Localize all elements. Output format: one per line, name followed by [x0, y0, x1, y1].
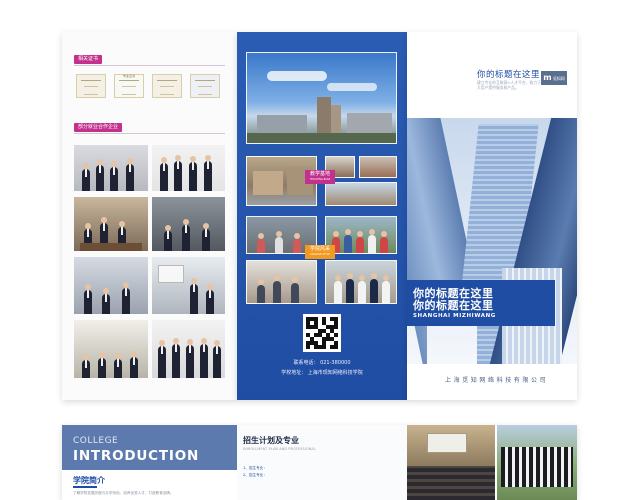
introduction-label: INTRODUCTION — [73, 448, 200, 464]
bottom-brochure: COLLEGE INTRODUCTION 学院简介 了解学院发展历程与办学特色，… — [62, 425, 577, 500]
students-group-photo — [325, 216, 397, 254]
graduation-photos — [407, 425, 577, 500]
lecture-hall-photo — [407, 425, 495, 500]
students-cheer-photo — [325, 260, 397, 304]
certificates-tag: 相关证书 — [74, 55, 103, 64]
teaching-base-badge: 教学基地 TEACHING BASE — [305, 170, 335, 184]
right-panel: 你的标题在这里 建立专业的互联网+人才平台，致力于广大用户提供服务和产品。 m … — [407, 32, 577, 400]
certificate-image — [152, 74, 182, 98]
business-team-photo — [152, 320, 225, 378]
campus-photo — [325, 182, 397, 206]
enrollment-list: 1、招生专业： 2、招生专业： — [243, 465, 403, 479]
section-title: 学院简介 — [73, 476, 105, 485]
college-label: COLLEGE — [73, 436, 119, 446]
tag-divider — [74, 133, 225, 134]
partners-tag: 部分就业合作企业 — [74, 123, 123, 132]
contact-address: 学校地址： 上海市现知网络科技学院 — [281, 370, 363, 376]
list-item: 2、招生专业： — [243, 473, 267, 477]
conference-room-photo — [74, 320, 148, 378]
presentation-photo — [152, 257, 225, 314]
headline-en: SHANGHAI MIZHIWANG — [413, 313, 496, 319]
tag-divider — [74, 65, 225, 66]
intro-body: 学院简介 了解学院发展历程与办学特色，培养优秀人才，打造教育品牌。 — [62, 470, 237, 500]
section-underline — [73, 486, 97, 488]
list-item: 1、招生专业： — [243, 466, 267, 470]
intro-header: COLLEGE INTRODUCTION 学院简介 了解学院发展历程与办学特色，… — [62, 425, 237, 500]
students-classroom-photo — [246, 260, 317, 304]
brochure-showcase: 相关证书 毕业证书 部分就业合作企业 教学基地 TEACHING BASE 学院… — [0, 0, 640, 500]
headline-2: 你的标题在这里 — [413, 299, 494, 312]
certificate-image — [190, 74, 220, 98]
certificate-image: 毕业证书 — [114, 74, 144, 98]
college-style-badge: 学院风采 COLLEGE STYLE — [305, 245, 335, 259]
business-team-photo — [152, 145, 225, 191]
office-work-photo — [152, 197, 225, 251]
qr-module — [334, 345, 338, 349]
enrollment-subtitle: ENROLLMENT PLAN AND PROFESSIONAL — [243, 447, 316, 451]
certificate-image — [76, 74, 106, 98]
campus-photo — [359, 156, 397, 178]
qr-code[interactable] — [303, 314, 341, 352]
enrollment-panel: 招生计划及专业 ENROLLMENT PLAN AND PROFESSIONAL… — [237, 425, 407, 500]
business-team-photo — [74, 145, 148, 191]
office-meeting-photo — [74, 257, 148, 314]
contact-phone: 联系电话： 021-380000 — [293, 360, 351, 366]
left-panel: 相关证书 毕业证书 部分就业合作企业 — [62, 32, 237, 400]
meeting-photo — [74, 197, 148, 251]
skyscraper-photo — [407, 118, 577, 364]
qr-pattern — [306, 317, 338, 349]
headline-band: 你的标题在这里 你的标题在这里 SHANGHAI MIZHIWANG — [407, 280, 555, 326]
cover-subtitle: 建立专业的互联网+人才平台，致力于广大用户提供服务和产品。 — [477, 80, 545, 91]
cover-title: 你的标题在这里 — [477, 70, 541, 80]
company-name: 上海觅知网络科技有限公司 — [445, 377, 549, 384]
section-body: 了解学院发展历程与办学特色，培养优秀人才，打造教育品牌。 — [73, 491, 174, 495]
enrollment-title: 招生计划及专业 — [243, 436, 299, 445]
graduates-photo — [497, 425, 577, 500]
brand-logo: m 觅知网 — [541, 71, 567, 85]
middle-panel: 教学基地 TEACHING BASE 学院风采 COLLEGE STYLE 联系… — [237, 32, 407, 400]
campus-skyline-photo — [246, 52, 397, 144]
